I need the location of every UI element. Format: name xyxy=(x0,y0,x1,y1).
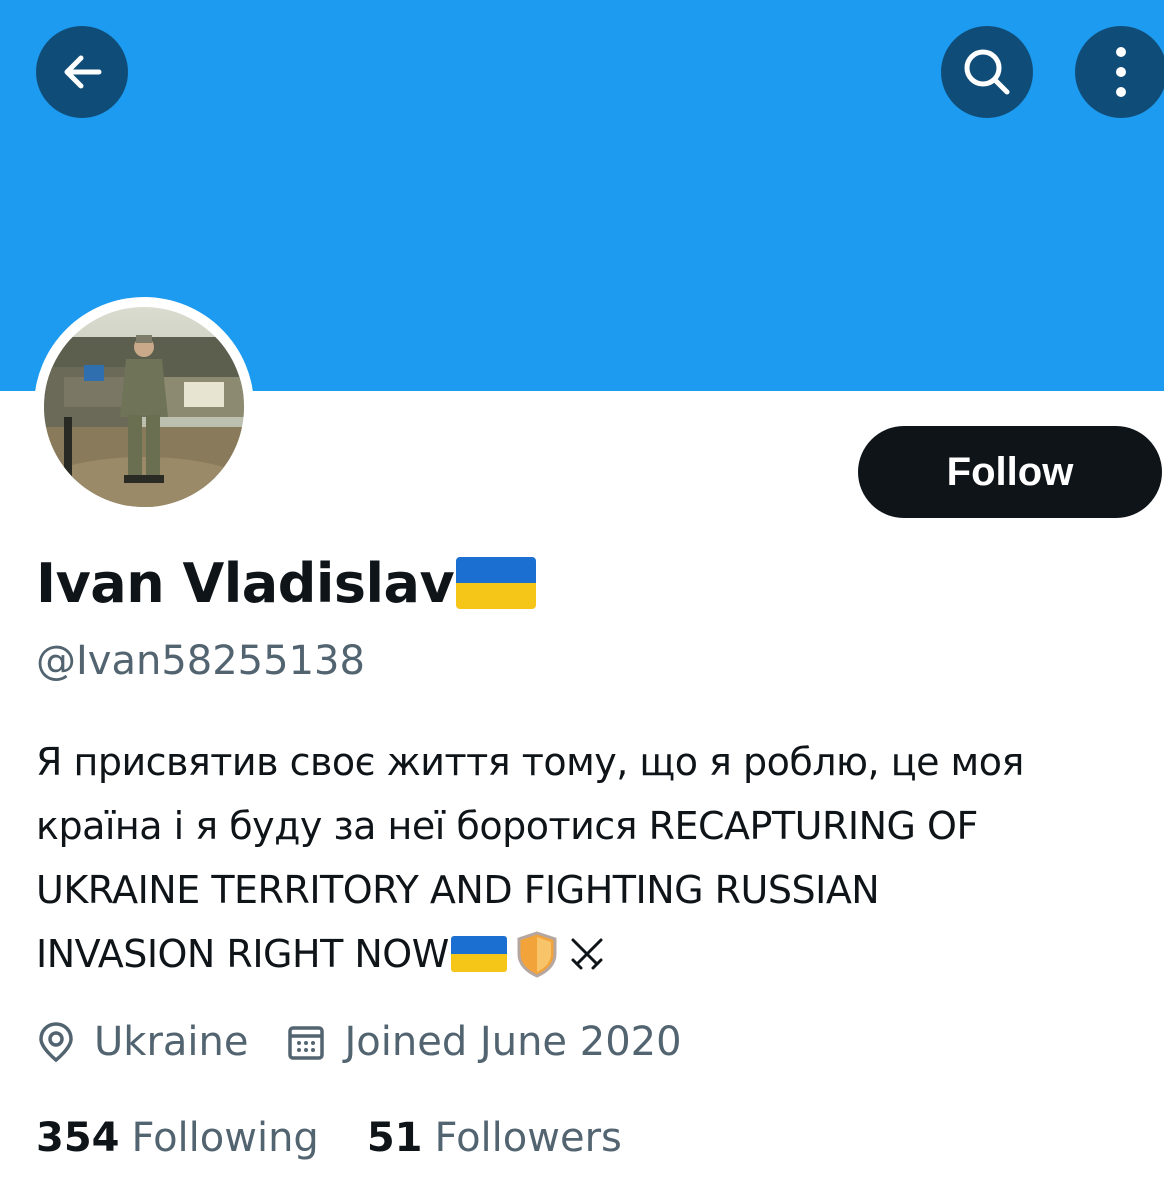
profile-meta: Ukraine Joined June 2020 xyxy=(36,1010,682,1074)
bio-line: Я присвятив своє життя тому, що я роблю,… xyxy=(36,740,1024,784)
avatar-photo xyxy=(44,307,244,507)
arrow-left-icon xyxy=(64,55,102,89)
ukraine-flag-icon xyxy=(456,557,537,609)
bio-line: країна і я буду за неї боротися RECAPTUR… xyxy=(36,804,978,848)
avatar[interactable] xyxy=(34,297,254,517)
shield-icon xyxy=(517,931,557,978)
crossed-swords-icon xyxy=(571,938,603,970)
bio-last-line: INVASION RIGHT NOW xyxy=(36,922,1136,986)
username-handle: @Ivan58255138 xyxy=(36,638,365,684)
bio-line: UKRAINE TERRITORY AND FIGHTING RUSSIAN xyxy=(36,868,880,912)
back-button[interactable] xyxy=(36,26,128,118)
follow-stats: 354 Following 51 Followers xyxy=(36,1106,622,1170)
ukraine-flag-icon xyxy=(450,936,507,972)
followers-label: Followers xyxy=(434,1115,622,1161)
location-item: Ukraine xyxy=(36,1019,248,1065)
display-name: Ivan Vladislav xyxy=(36,551,455,615)
following-count: 354 xyxy=(36,1115,120,1161)
more-options-button[interactable] xyxy=(1075,26,1164,118)
location-text: Ukraine xyxy=(94,1019,249,1065)
bio-line-text: INVASION RIGHT NOW xyxy=(36,932,449,976)
search-button[interactable] xyxy=(941,26,1033,118)
display-name-row: Ivan Vladislav xyxy=(36,548,538,618)
following-label: Following xyxy=(131,1115,319,1161)
search-icon xyxy=(964,49,1010,95)
more-vertical-icon xyxy=(1116,47,1126,97)
followers-link[interactable]: 51 Followers xyxy=(367,1115,622,1161)
following-link[interactable]: 354 Following xyxy=(36,1115,319,1161)
follow-button[interactable]: Follow xyxy=(858,426,1162,518)
bio: Я присвятив своє життя тому, що я роблю,… xyxy=(36,730,1136,986)
followers-count: 51 xyxy=(366,1115,423,1161)
location-pin-icon xyxy=(39,1022,73,1063)
joined-text: Joined June 2020 xyxy=(344,1019,682,1065)
calendar-icon xyxy=(288,1026,325,1060)
joined-item: Joined June 2020 xyxy=(286,1019,682,1065)
